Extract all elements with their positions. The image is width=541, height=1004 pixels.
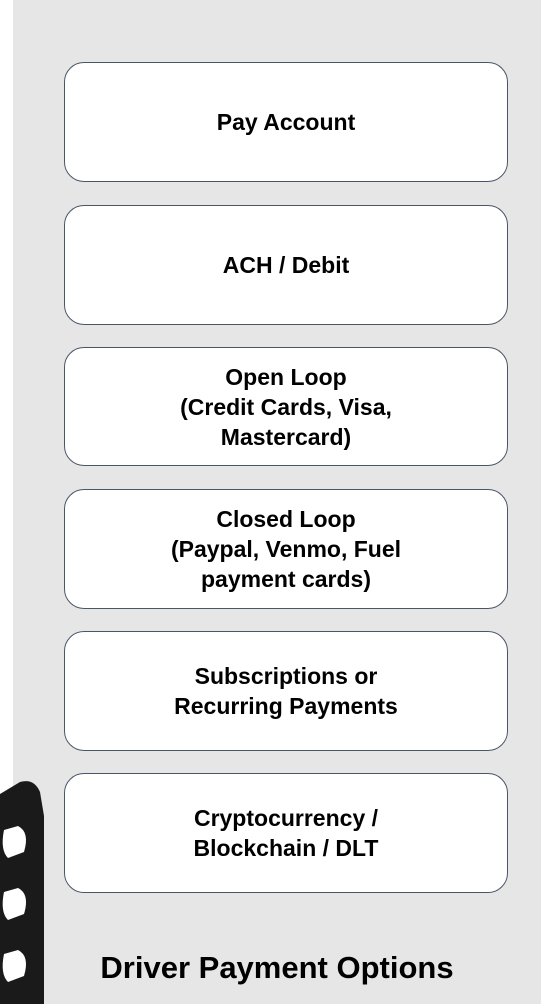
option-label: Cryptocurrency / Blockchain / DLT	[193, 805, 379, 861]
option-subscriptions[interactable]: Subscriptions or Recurring Payments	[64, 631, 508, 751]
option-ach-debit[interactable]: ACH / Debit	[64, 205, 508, 325]
panel-title: Driver Payment Options	[100, 950, 454, 985]
option-label: Open Loop (Credit Cards, Visa, Mastercar…	[180, 363, 392, 450]
option-label: Subscriptions or Recurring Payments	[174, 663, 398, 719]
option-open-loop[interactable]: Open Loop (Credit Cards, Visa, Mastercar…	[64, 347, 508, 466]
option-label: ACH / Debit	[222, 252, 350, 278]
option-pay-account[interactable]: Pay Account	[64, 62, 508, 182]
option-label: Closed Loop (Paypal, Venmo, Fuel payment…	[170, 506, 402, 592]
slide: Pay Account ACH / Debit Open Loop (Credi…	[0, 0, 541, 1004]
car-key-fob-icon	[0, 781, 44, 1004]
option-cryptocurrency[interactable]: Cryptocurrency / Blockchain / DLT	[64, 773, 508, 893]
option-closed-loop[interactable]: Closed Loop (Paypal, Venmo, Fuel payment…	[64, 489, 508, 609]
option-label: Pay Account	[216, 109, 356, 135]
